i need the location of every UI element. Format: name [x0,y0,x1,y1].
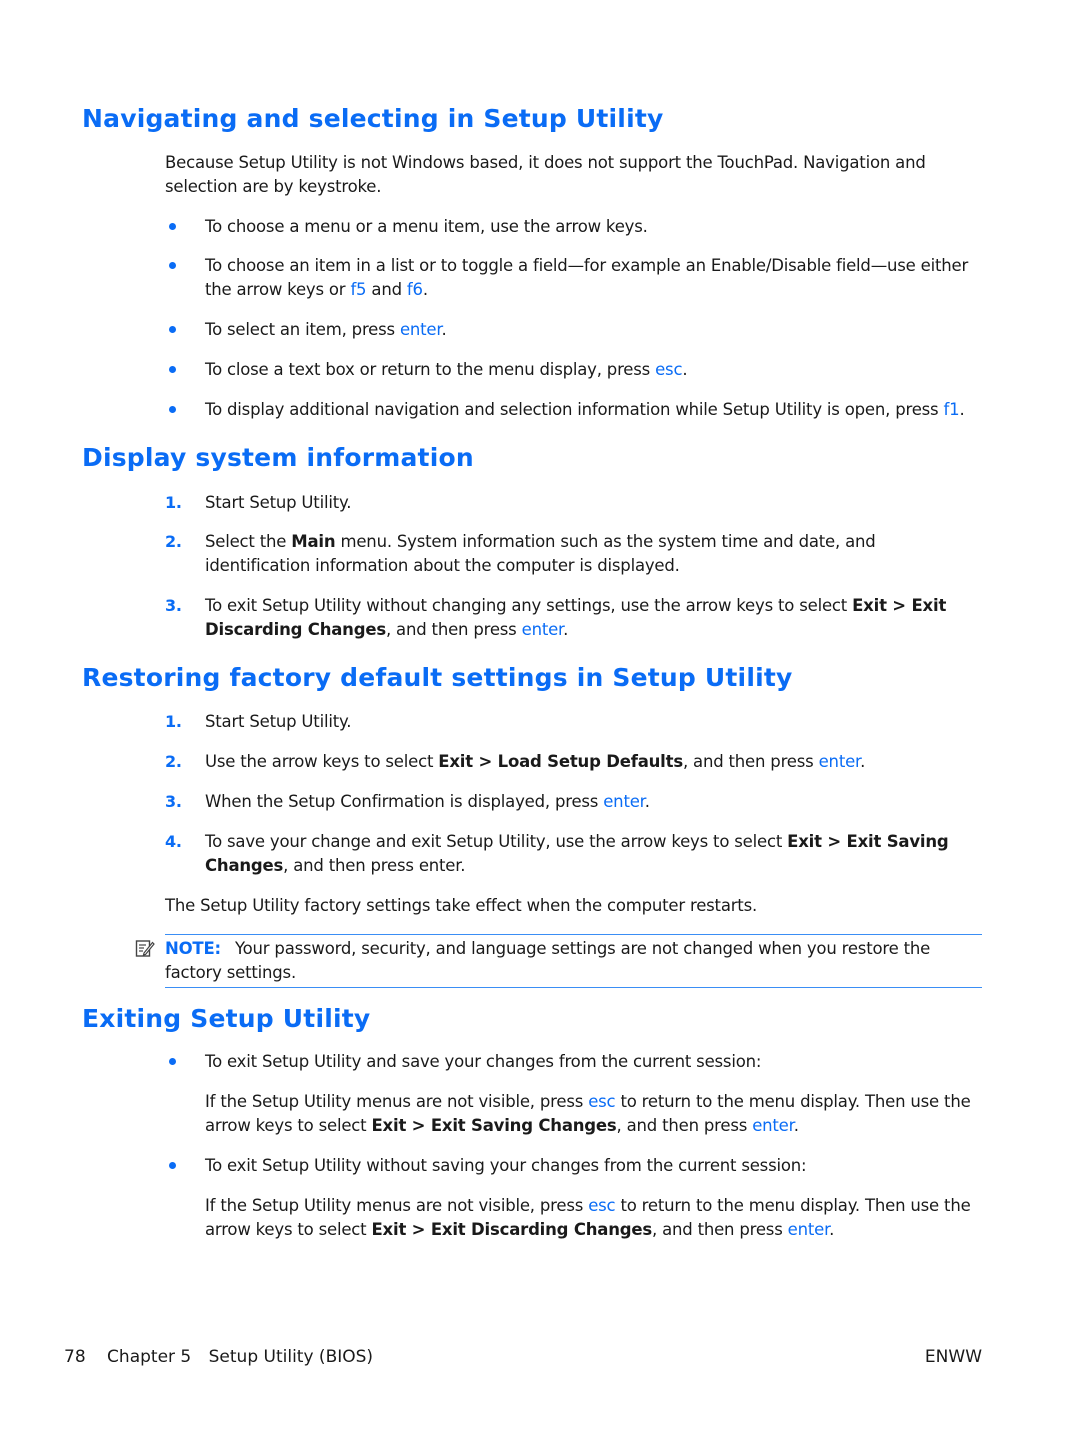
section-outro: The Setup Utility factory settings take … [165,896,758,915]
list-item-text: To exit Setup Utility and save your chan… [205,1052,762,1071]
list-item: To select an item, press enter. [165,318,985,342]
bullet-icon [169,406,176,413]
key-enter: enter [818,752,861,771]
list-item-text: To display additional navigation and sel… [205,400,965,419]
list-item-text: To exit Setup Utility without saving you… [205,1156,807,1175]
list-item-text: To select an item, press enter. [205,320,447,339]
step-text: Start Setup Utility. [205,493,352,512]
key-esc: esc [655,360,683,379]
step-number: 2. [165,752,182,771]
key-f6: f6 [406,280,423,299]
list-item: To display additional navigation and sel… [165,398,985,422]
note-text: Your password, security, and language se… [165,939,931,982]
step-item: 1. Start Setup Utility. [165,491,985,515]
step-text: When the Setup Confirmation is displayed… [205,792,650,811]
page-footer-left: 78 Chapter 5 Setup Utility (BIOS) [64,1347,373,1367]
list-item-subtext: If the Setup Utility menus are not visib… [205,1196,971,1239]
step-number: 2. [165,532,182,551]
list-item-subtext: If the Setup Utility menus are not visib… [205,1092,971,1135]
list-item: To exit Setup Utility without saving you… [165,1154,985,1242]
bullet-icon [169,1058,176,1065]
list-item-text: To choose an item in a list or to toggle… [205,256,969,299]
step-item: 2. Use the arrow keys to select Exit > L… [165,750,985,774]
step-text: Select the Main menu. System information… [205,532,876,575]
key-enter: enter [603,792,645,811]
key-enter: enter [399,320,442,339]
step-item: 1. Start Setup Utility. [165,710,985,734]
bullet-icon [169,326,176,333]
section-heading-navigating: Navigating and selecting in Setup Utilit… [82,104,664,133]
bullet-icon [169,1162,176,1169]
key-f1: f1 [943,400,960,419]
list-item: To choose an item in a list or to toggle… [165,254,985,302]
chapter-label: Chapter 5 [107,1347,192,1367]
step-number: 3. [165,792,182,811]
section-intro: Because Setup Utility is not Windows bas… [165,153,926,196]
bullet-icon [169,223,176,230]
list-item: To choose a menu or a menu item, use the… [165,215,985,239]
step-number: 1. [165,493,182,512]
chapter-title: Setup Utility (BIOS) [208,1347,374,1367]
step-item: 3. To exit Setup Utility without changin… [165,594,985,642]
step-text: Use the arrow keys to select Exit > Load… [205,752,866,771]
key-enter: enter [752,1116,794,1135]
step-number: 1. [165,712,182,731]
key-esc: esc [588,1196,616,1215]
note-label: NOTE: [165,939,221,958]
key-enter: enter [521,620,564,639]
list-item-text: To close a text box or return to the men… [205,360,688,379]
section-heading-exiting: Exiting Setup Utility [82,1004,371,1033]
step-item: 2. Select the Main menu. System informat… [165,530,985,578]
key-esc: esc [588,1092,616,1111]
section-heading-display-system-info: Display system information [82,443,474,472]
step-text: To exit Setup Utility without changing a… [205,596,947,639]
step-text: Start Setup Utility. [205,712,352,731]
list-item: To exit Setup Utility and save your chan… [165,1050,985,1138]
list-item: To close a text box or return to the men… [165,358,985,382]
step-number: 4. [165,832,182,851]
key-f5: f5 [350,280,367,299]
list-item-text: To choose a menu or a menu item, use the… [205,217,648,236]
step-item: 3. When the Setup Confirmation is displa… [165,790,985,814]
step-item: 4. To save your change and exit Setup Ut… [165,830,985,878]
step-number: 3. [165,596,182,615]
page-number: 78 [64,1347,86,1367]
note-box: NOTE: Your password, security, and langua… [135,934,982,988]
key-enter: enter [787,1220,830,1239]
step-text: To save your change and exit Setup Utili… [205,832,949,875]
bullet-icon [169,262,176,269]
note-pencil-icon [135,940,155,957]
footer-locale: ENWW [924,1347,982,1367]
section-heading-restoring-defaults: Restoring factory default settings in Se… [82,663,793,692]
bullet-icon [169,366,176,373]
